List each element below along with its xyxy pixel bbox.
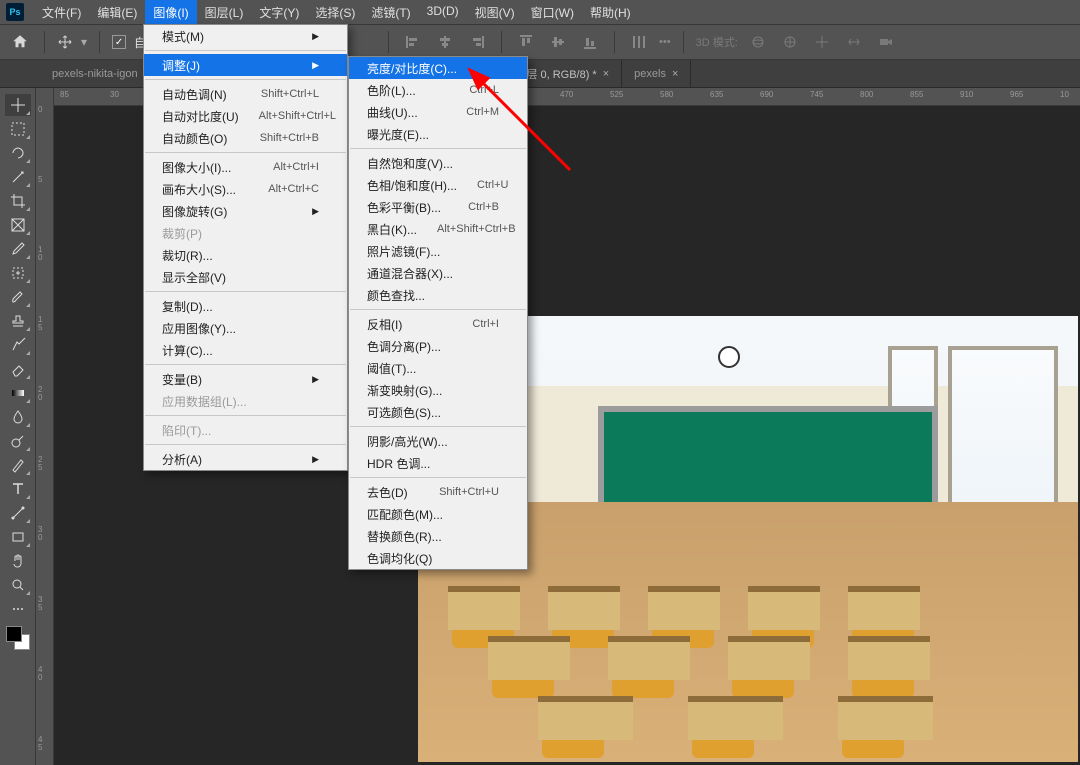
- history-tool[interactable]: [5, 334, 31, 356]
- blur-tool[interactable]: [5, 406, 31, 428]
- brush-tool[interactable]: [5, 286, 31, 308]
- patch-tool[interactable]: [5, 262, 31, 284]
- dist-icon[interactable]: [627, 30, 651, 54]
- cam-icon[interactable]: [874, 30, 898, 54]
- frame-tool[interactable]: [5, 214, 31, 236]
- tab[interactable]: pexels×: [622, 60, 691, 87]
- menuitem[interactable]: 渐变映射(G)...: [349, 379, 527, 401]
- path-tool[interactable]: [5, 502, 31, 524]
- align-top-icon[interactable]: [514, 30, 538, 54]
- zoom-tool[interactable]: [5, 574, 31, 596]
- menuitem[interactable]: 模式(M)▶: [144, 25, 347, 47]
- mode-3d-label: 3D 模式:: [696, 34, 738, 50]
- close-icon[interactable]: ×: [672, 68, 678, 80]
- menu-3D[interactable]: 3D(D): [419, 0, 467, 25]
- menuitem[interactable]: 自动对比度(U)Alt+Shift+Ctrl+L: [144, 105, 347, 127]
- menuitem[interactable]: 图像旋转(G)▶: [144, 200, 347, 222]
- align-bottom-icon[interactable]: [578, 30, 602, 54]
- menu-滤镜[interactable]: 滤镜(T): [363, 0, 418, 25]
- menuitem[interactable]: 变量(B)▶: [144, 368, 347, 390]
- menuitem[interactable]: 匹配颜色(M)...: [349, 503, 527, 525]
- align-left-icon[interactable]: [401, 30, 425, 54]
- menuitem[interactable]: 显示全部(V): [144, 266, 347, 288]
- adjustments-submenu[interactable]: 亮度/对比度(C)...色阶(L)...Ctrl+L曲线(U)...Ctrl+M…: [348, 56, 528, 570]
- menu-窗口[interactable]: 窗口(W): [523, 0, 582, 25]
- close-icon[interactable]: ×: [603, 68, 609, 80]
- menuitem[interactable]: 色调分离(P)...: [349, 335, 527, 357]
- orbit-icon[interactable]: [746, 30, 770, 54]
- menuitem[interactable]: 可选颜色(S)...: [349, 401, 527, 423]
- menu-编辑[interactable]: 编辑(E): [89, 0, 145, 25]
- menuitem[interactable]: 曲线(U)...Ctrl+M: [349, 101, 527, 123]
- wand-tool[interactable]: [5, 166, 31, 188]
- menuitem[interactable]: 色调均化(Q): [349, 547, 527, 569]
- menuitem[interactable]: 复制(D)...: [144, 295, 347, 317]
- menuitem[interactable]: 画布大小(S)...Alt+Ctrl+C: [144, 178, 347, 200]
- tool-palette: [0, 88, 36, 765]
- menuitem[interactable]: 阴影/高光(W)...: [349, 430, 527, 452]
- eyedrop-tool[interactable]: [5, 238, 31, 260]
- marquee-tool[interactable]: [5, 118, 31, 140]
- menuitem[interactable]: 颜色查找...: [349, 284, 527, 306]
- menuitem[interactable]: 分析(A)▶: [144, 448, 347, 470]
- menuitem[interactable]: 色相/饱和度(H)...Ctrl+U: [349, 174, 527, 196]
- menuitem[interactable]: 去色(D)Shift+Ctrl+U: [349, 481, 527, 503]
- align-hcenter-icon[interactable]: [433, 30, 457, 54]
- roll-icon[interactable]: [778, 30, 802, 54]
- menuitem[interactable]: 黑白(K)...Alt+Shift+Ctrl+B: [349, 218, 527, 240]
- dodge-tool[interactable]: [5, 430, 31, 452]
- move-tool[interactable]: [5, 94, 31, 116]
- crop-tool[interactable]: [5, 190, 31, 212]
- menuitem[interactable]: 色彩平衡(B)...Ctrl+B: [349, 196, 527, 218]
- menu-帮助[interactable]: 帮助(H): [582, 0, 639, 25]
- menu-文字[interactable]: 文字(Y): [251, 0, 307, 25]
- color-swatch[interactable]: [6, 626, 30, 650]
- menuitem[interactable]: 应用图像(Y)...: [144, 317, 347, 339]
- pen-tool[interactable]: [5, 454, 31, 476]
- menuitem[interactable]: 计算(C)...: [144, 339, 347, 361]
- menuitem[interactable]: HDR 色调...: [349, 452, 527, 474]
- menuitem[interactable]: 曝光度(E)...: [349, 123, 527, 145]
- menu-图层[interactable]: 图层(L): [197, 0, 252, 25]
- menuitem: 裁剪(P): [144, 222, 347, 244]
- menuitem[interactable]: 替换颜色(R)...: [349, 525, 527, 547]
- move-icon: [57, 34, 73, 50]
- more-tool[interactable]: [5, 598, 31, 620]
- slide-icon[interactable]: [842, 30, 866, 54]
- menuitem[interactable]: 图像大小(I)...Alt+Ctrl+I: [144, 156, 347, 178]
- vertical-ruler: 051 01 52 02 53 03 54 04 5: [36, 88, 54, 765]
- pan3d-icon[interactable]: [810, 30, 834, 54]
- align-right-icon[interactable]: [465, 30, 489, 54]
- menuitem[interactable]: 裁切(R)...: [144, 244, 347, 266]
- menuitem[interactable]: 色阶(L)...Ctrl+L: [349, 79, 527, 101]
- menu-文件[interactable]: 文件(F): [34, 0, 89, 25]
- menuitem[interactable]: 阈值(T)...: [349, 357, 527, 379]
- menuitem[interactable]: 反相(I)Ctrl+I: [349, 313, 527, 335]
- menuitem[interactable]: 自然饱和度(V)...: [349, 152, 527, 174]
- menuitem[interactable]: 通道混合器(X)...: [349, 262, 527, 284]
- menubar: Ps 文件(F)编辑(E)图像(I)图层(L)文字(Y)选择(S)滤镜(T)3D…: [0, 0, 1080, 24]
- home-button[interactable]: [8, 30, 32, 54]
- menuitem[interactable]: 照片滤镜(F)...: [349, 240, 527, 262]
- menu-视图[interactable]: 视图(V): [467, 0, 523, 25]
- menu-选择[interactable]: 选择(S): [307, 0, 363, 25]
- menuitem: 应用数据组(L)...: [144, 390, 347, 412]
- menuitem[interactable]: 调整(J)▶: [144, 54, 347, 76]
- app-logo: Ps: [6, 3, 24, 21]
- hand-tool[interactable]: [5, 550, 31, 572]
- stamp-tool[interactable]: [5, 310, 31, 332]
- menuitem[interactable]: 自动颜色(O)Shift+Ctrl+B: [144, 127, 347, 149]
- menuitem[interactable]: 亮度/对比度(C)...: [349, 57, 527, 79]
- eraser-tool[interactable]: [5, 358, 31, 380]
- rect-tool[interactable]: [5, 526, 31, 548]
- menu-图像[interactable]: 图像(I): [145, 0, 196, 25]
- gradient-tool[interactable]: [5, 382, 31, 404]
- menuitem: 陷印(T)...: [144, 419, 347, 441]
- lasso-tool[interactable]: [5, 142, 31, 164]
- menuitem[interactable]: 自动色调(N)Shift+Ctrl+L: [144, 83, 347, 105]
- type-tool[interactable]: [5, 478, 31, 500]
- image-menu[interactable]: 模式(M)▶ 调整(J)▶ 自动色调(N)Shift+Ctrl+L自动对比度(U)A…: [143, 24, 348, 471]
- auto-checkbox[interactable]: ✓: [112, 35, 126, 49]
- align-vcenter-icon[interactable]: [546, 30, 570, 54]
